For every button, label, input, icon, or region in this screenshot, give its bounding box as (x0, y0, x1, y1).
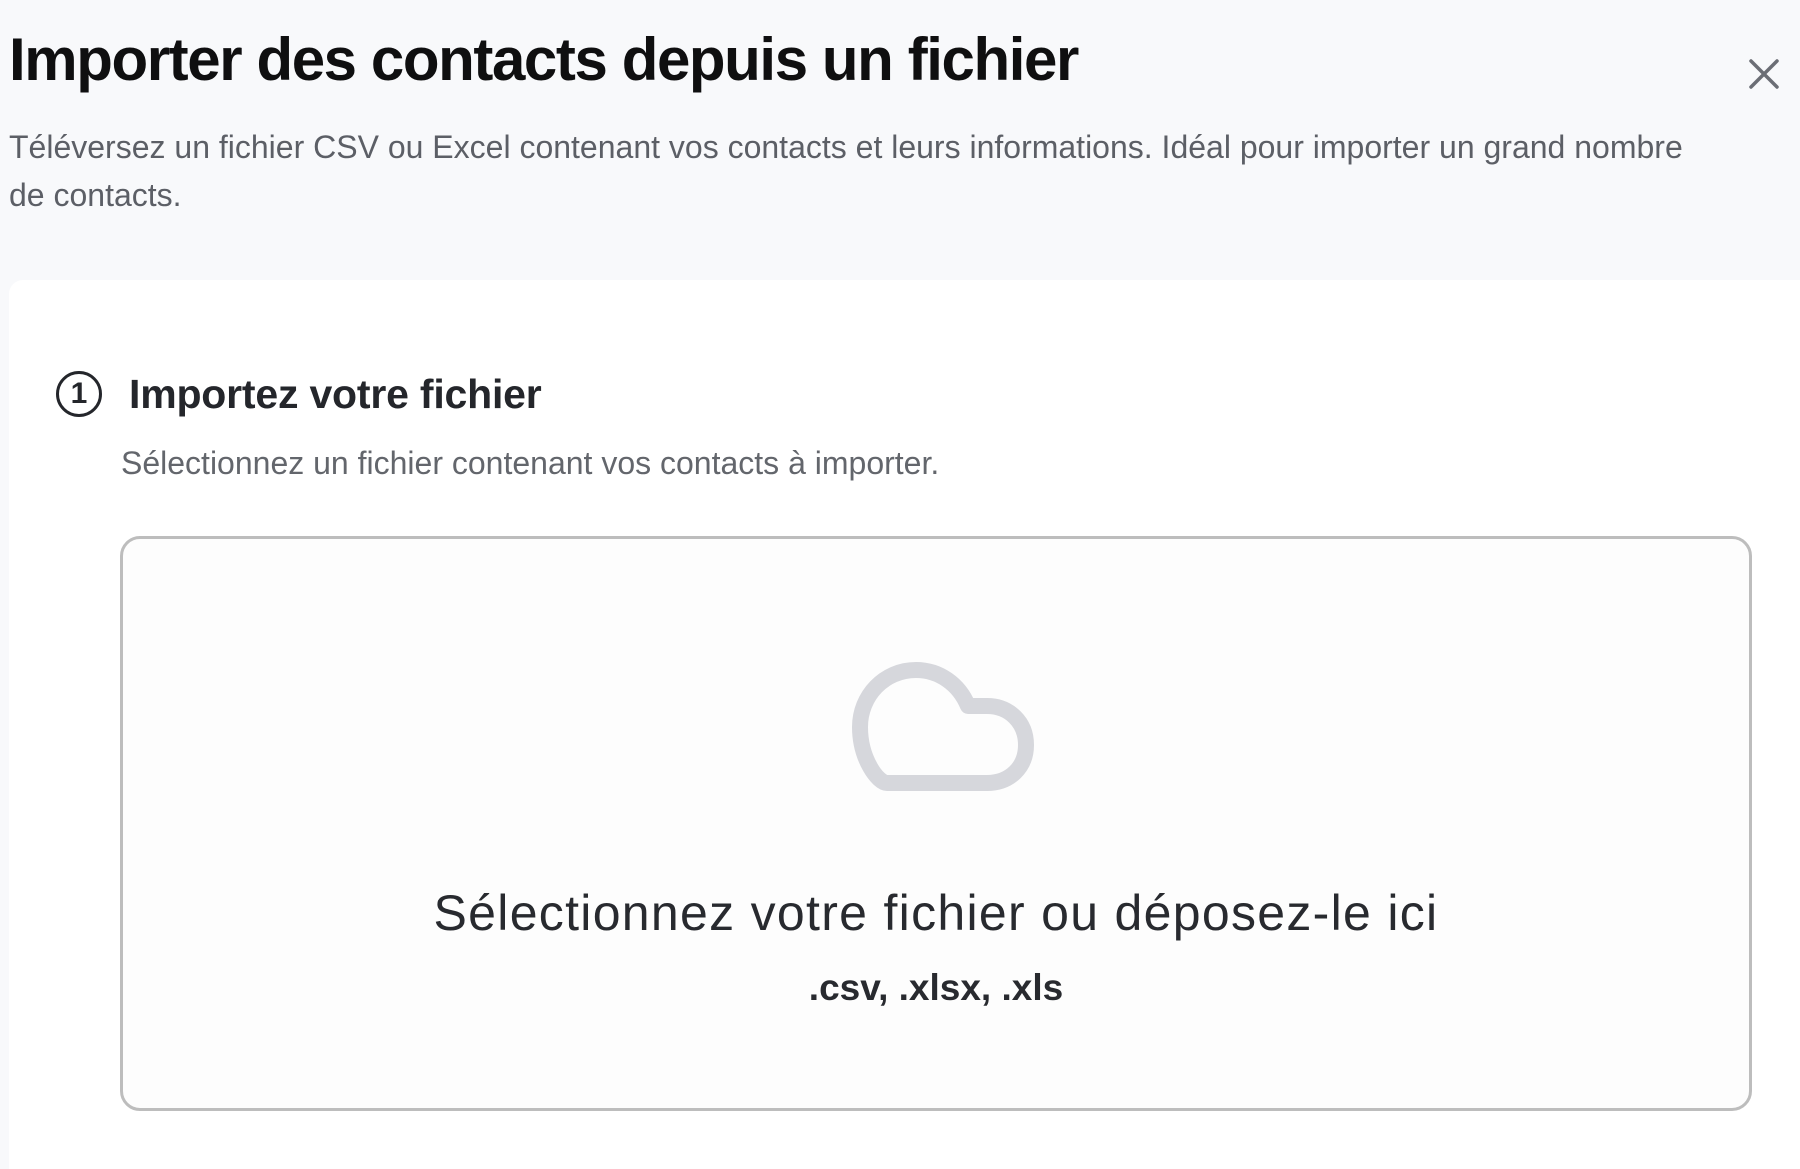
dialog-subtitle: Téléversez un fichier CSV ou Excel conte… (9, 129, 1683, 213)
step-header: 1 Importez votre fichier (56, 366, 542, 422)
step-number-badge: 1 (56, 371, 102, 417)
file-dropzone[interactable]: Sélectionnez votre fichier ou déposez-le… (120, 536, 1752, 1111)
import-step-card: 1 Importez votre fichier Sélectionnez un… (9, 280, 1800, 1169)
cloud-icon (850, 661, 1034, 799)
close-button[interactable] (1736, 46, 1792, 102)
step-description: Sélectionnez un fichier contenant vos co… (121, 445, 940, 481)
dialog-header: Importer des contacts depuis un fichier … (9, 22, 1709, 219)
step-title: Importez votre fichier (129, 371, 542, 417)
dropzone-title: Sélectionnez votre fichier ou déposez-le… (433, 885, 1439, 941)
import-contacts-dialog: Importer des contacts depuis un fichier … (0, 0, 1800, 1169)
close-icon (1749, 59, 1779, 89)
accepted-file-formats: .csv, .xlsx, .xls (808, 967, 1064, 1008)
dialog-title: Importer des contacts depuis un fichier (9, 26, 1079, 93)
